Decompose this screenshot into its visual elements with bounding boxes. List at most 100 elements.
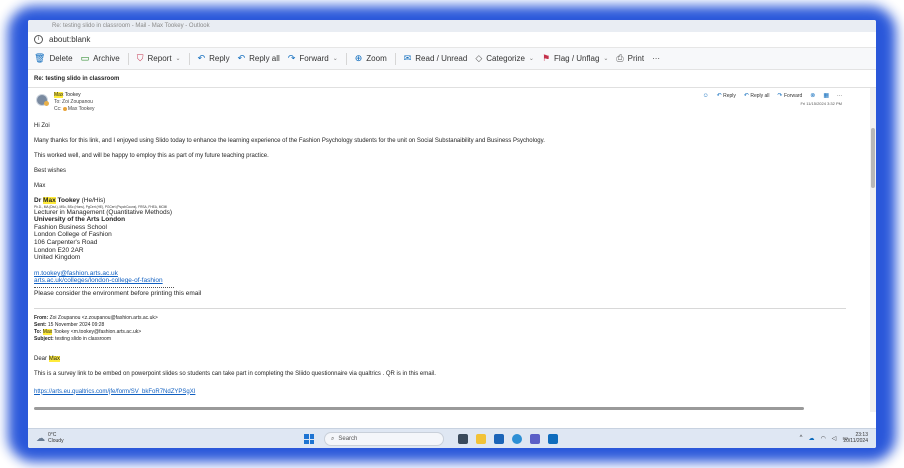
archive-icon: ▭ bbox=[80, 53, 90, 63]
tag-icon: ◇ bbox=[475, 53, 483, 63]
signature-college: London College of Fashion bbox=[34, 231, 112, 239]
body-paragraph-2: This worked well, and will be happy to e… bbox=[34, 153, 269, 159]
info-icon[interactable]: i bbox=[34, 35, 43, 44]
quoted-message-header: From: Zoi Zoupanou <z.zoupanou@fashion.a… bbox=[34, 315, 860, 343]
outlook-window: Re: testing slido in classroom - Mail - … bbox=[28, 20, 876, 448]
message-actions: ☺ ↶ Reply ↶ Reply all ↷ Forward ⊗ ▦ ··· bbox=[703, 92, 842, 100]
forward-icon: ↷ bbox=[777, 93, 783, 99]
message-subject: Re: testing slido in classroom bbox=[28, 70, 876, 88]
toolbar-divider bbox=[345, 52, 347, 65]
signature-name: Dr Max Tookey (He/His) bbox=[34, 197, 106, 204]
taskbar-clock[interactable]: 23:13 20/11/2024 bbox=[843, 432, 868, 444]
presence-dot-icon bbox=[62, 106, 67, 111]
volume-icon[interactable]: ◁ bbox=[832, 435, 837, 442]
reply-all-icon: ↶ bbox=[237, 53, 246, 63]
weather-widget[interactable]: ☁ 0°C Cloudy bbox=[36, 432, 64, 444]
closing-name: Max bbox=[34, 183, 46, 189]
report-button[interactable]: ⛉ Report ⌄ bbox=[137, 53, 181, 64]
quoted-to: To: Max Tookey <m.tookey@fashion.arts.ac… bbox=[34, 328, 142, 335]
reply-button[interactable]: ↶ Reply bbox=[198, 53, 230, 64]
environment-note: Please consider the environment before p… bbox=[34, 289, 202, 297]
file-explorer-icon[interactable] bbox=[476, 434, 486, 444]
onedrive-cloud-icon[interactable]: ☁ bbox=[808, 435, 814, 442]
windows-start-button[interactable] bbox=[304, 434, 314, 444]
emoji-reaction-icon[interactable]: ☺ bbox=[703, 93, 709, 99]
screenshot-frame: Re: testing slido in classroom - Mail - … bbox=[0, 0, 904, 468]
wifi-icon[interactable]: ◠ bbox=[820, 435, 825, 442]
system-tray: ^ ☁ ◠ ◁ ▭ bbox=[800, 435, 848, 442]
forward-button[interactable]: ↷ Forward ⌄ bbox=[288, 53, 338, 64]
signature-email-link[interactable]: m.tookey@fashion.arts.ac.uk bbox=[34, 270, 860, 278]
outlook-icon[interactable] bbox=[548, 434, 558, 444]
windows-taskbar: ☁ 0°C Cloudy ⌕ Search ^ ☁ ◠ ◁ ▭ 23:13 20… bbox=[28, 428, 876, 448]
edge-browser-icon[interactable] bbox=[512, 434, 522, 444]
body-paragraph-1: Many thanks for this link, and I enjoyed… bbox=[34, 138, 545, 144]
greeting: Hi Zoi bbox=[34, 123, 50, 129]
window-title: Re: testing slido in classroom - Mail - … bbox=[28, 20, 876, 32]
scrollbar-thumb[interactable] bbox=[871, 128, 875, 188]
reply-all-icon: ↶ bbox=[743, 93, 749, 99]
teams-chat-icon[interactable]: ⊗ bbox=[810, 92, 815, 99]
reply-icon: ↶ bbox=[197, 53, 206, 63]
search-icon: ⌕ bbox=[331, 436, 335, 442]
quoted-paragraph: This is a survey link to be embed on pow… bbox=[34, 370, 436, 377]
zoom-button[interactable]: ⊕ Zoom bbox=[355, 53, 387, 64]
quoted-subject: Subject: testing slido in classroom bbox=[34, 335, 111, 342]
header-more-button[interactable]: ··· bbox=[837, 93, 842, 99]
apps-grid-icon[interactable]: ▦ bbox=[823, 92, 829, 99]
categorize-button[interactable]: ◇ Categorize ⌄ bbox=[475, 53, 534, 64]
cc-first-name: Max bbox=[67, 106, 78, 112]
avatar[interactable] bbox=[36, 94, 49, 106]
signature-country: United Kingdom bbox=[34, 254, 81, 262]
message-header: Max Tookey To: Zoi Zoupanou Cc: Max Took… bbox=[34, 92, 860, 122]
chevron-up-icon[interactable]: ^ bbox=[800, 435, 803, 442]
teams-icon[interactable] bbox=[530, 434, 540, 444]
reply-icon: ↶ bbox=[716, 93, 722, 99]
envelope-open-icon: ✉ bbox=[403, 53, 412, 63]
flag-button[interactable]: ⚑ Flag / Unflag ⌄ bbox=[542, 53, 608, 64]
cc-last-name: Tookey bbox=[78, 106, 95, 112]
chevron-down-icon[interactable]: ⌄ bbox=[603, 55, 608, 62]
reading-pane[interactable]: Max Tookey To: Zoi Zoupanou Cc: Max Took… bbox=[28, 88, 876, 412]
chevron-down-icon[interactable]: ⌄ bbox=[176, 55, 181, 62]
flag-icon: ⚑ bbox=[541, 53, 551, 63]
to-line: To: Zoi Zoupanou bbox=[54, 99, 93, 105]
chevron-down-icon[interactable]: ⌄ bbox=[333, 55, 338, 62]
store-icon[interactable] bbox=[494, 434, 504, 444]
toolbar-divider bbox=[188, 52, 190, 65]
signature-divider bbox=[34, 286, 174, 288]
sender-line[interactable]: Max Tookey bbox=[54, 92, 95, 99]
closing: Best wishes bbox=[34, 168, 67, 174]
message-body: Hi Zoi Many thanks for this link, and I … bbox=[34, 122, 860, 190]
signature-web-link[interactable]: arts.ac.uk/colleges/london-college-of-fa… bbox=[34, 277, 860, 285]
header-reply-all-button[interactable]: ↶ Reply all bbox=[744, 92, 770, 99]
signature-university: University of the Arts London bbox=[34, 216, 126, 224]
more-options-button[interactable]: ··· bbox=[652, 54, 660, 63]
quoted-message-divider bbox=[34, 307, 846, 309]
report-shield-icon: ⛉ bbox=[136, 53, 144, 63]
toolbar-divider bbox=[394, 52, 396, 65]
sender-last-name: Tookey bbox=[64, 92, 81, 98]
survey-link[interactable]: https://arts.eu.qualtrics.com/jfe/form/S… bbox=[34, 388, 860, 396]
chevron-down-icon[interactable]: ⌄ bbox=[529, 55, 534, 62]
email-signature: Dr Max Tookey (He/His) Ph.D., MA (Dist.)… bbox=[34, 197, 860, 298]
archive-button[interactable]: ▭ Archive bbox=[81, 53, 120, 64]
reply-all-button[interactable]: ↶ Reply all bbox=[238, 53, 280, 64]
vertical-scrollbar[interactable] bbox=[870, 88, 876, 412]
read-unread-button[interactable]: ✉ Read / Unread bbox=[404, 53, 468, 64]
header-forward-button[interactable]: ↷ Forward bbox=[778, 92, 803, 99]
quoted-greeting: Dear Max bbox=[34, 355, 61, 362]
horizontal-scrollbar[interactable] bbox=[34, 407, 804, 410]
task-view-icon[interactable] bbox=[458, 434, 468, 444]
address-bar[interactable]: i about:blank bbox=[28, 32, 876, 48]
taskbar-search-box[interactable]: ⌕ Search bbox=[324, 432, 444, 446]
printer-icon: ⎙ bbox=[616, 53, 624, 63]
header-reply-button[interactable]: ↶ Reply bbox=[717, 92, 736, 99]
message-toolbar: 🗑 Delete ▭ Archive ⛉ Report ⌄ ↶ Reply ↶ … bbox=[28, 48, 876, 70]
print-button[interactable]: ⎙ Print bbox=[616, 53, 644, 64]
zoom-icon: ⊕ bbox=[354, 53, 363, 63]
quoted-sent: Sent: 15 November 2024 09:28 bbox=[34, 321, 105, 328]
delete-button[interactable]: 🗑 Delete bbox=[34, 53, 73, 64]
address-url[interactable]: about:blank bbox=[49, 35, 90, 44]
message-date: Fri 11/15/2024 3:32 PM bbox=[800, 101, 842, 106]
